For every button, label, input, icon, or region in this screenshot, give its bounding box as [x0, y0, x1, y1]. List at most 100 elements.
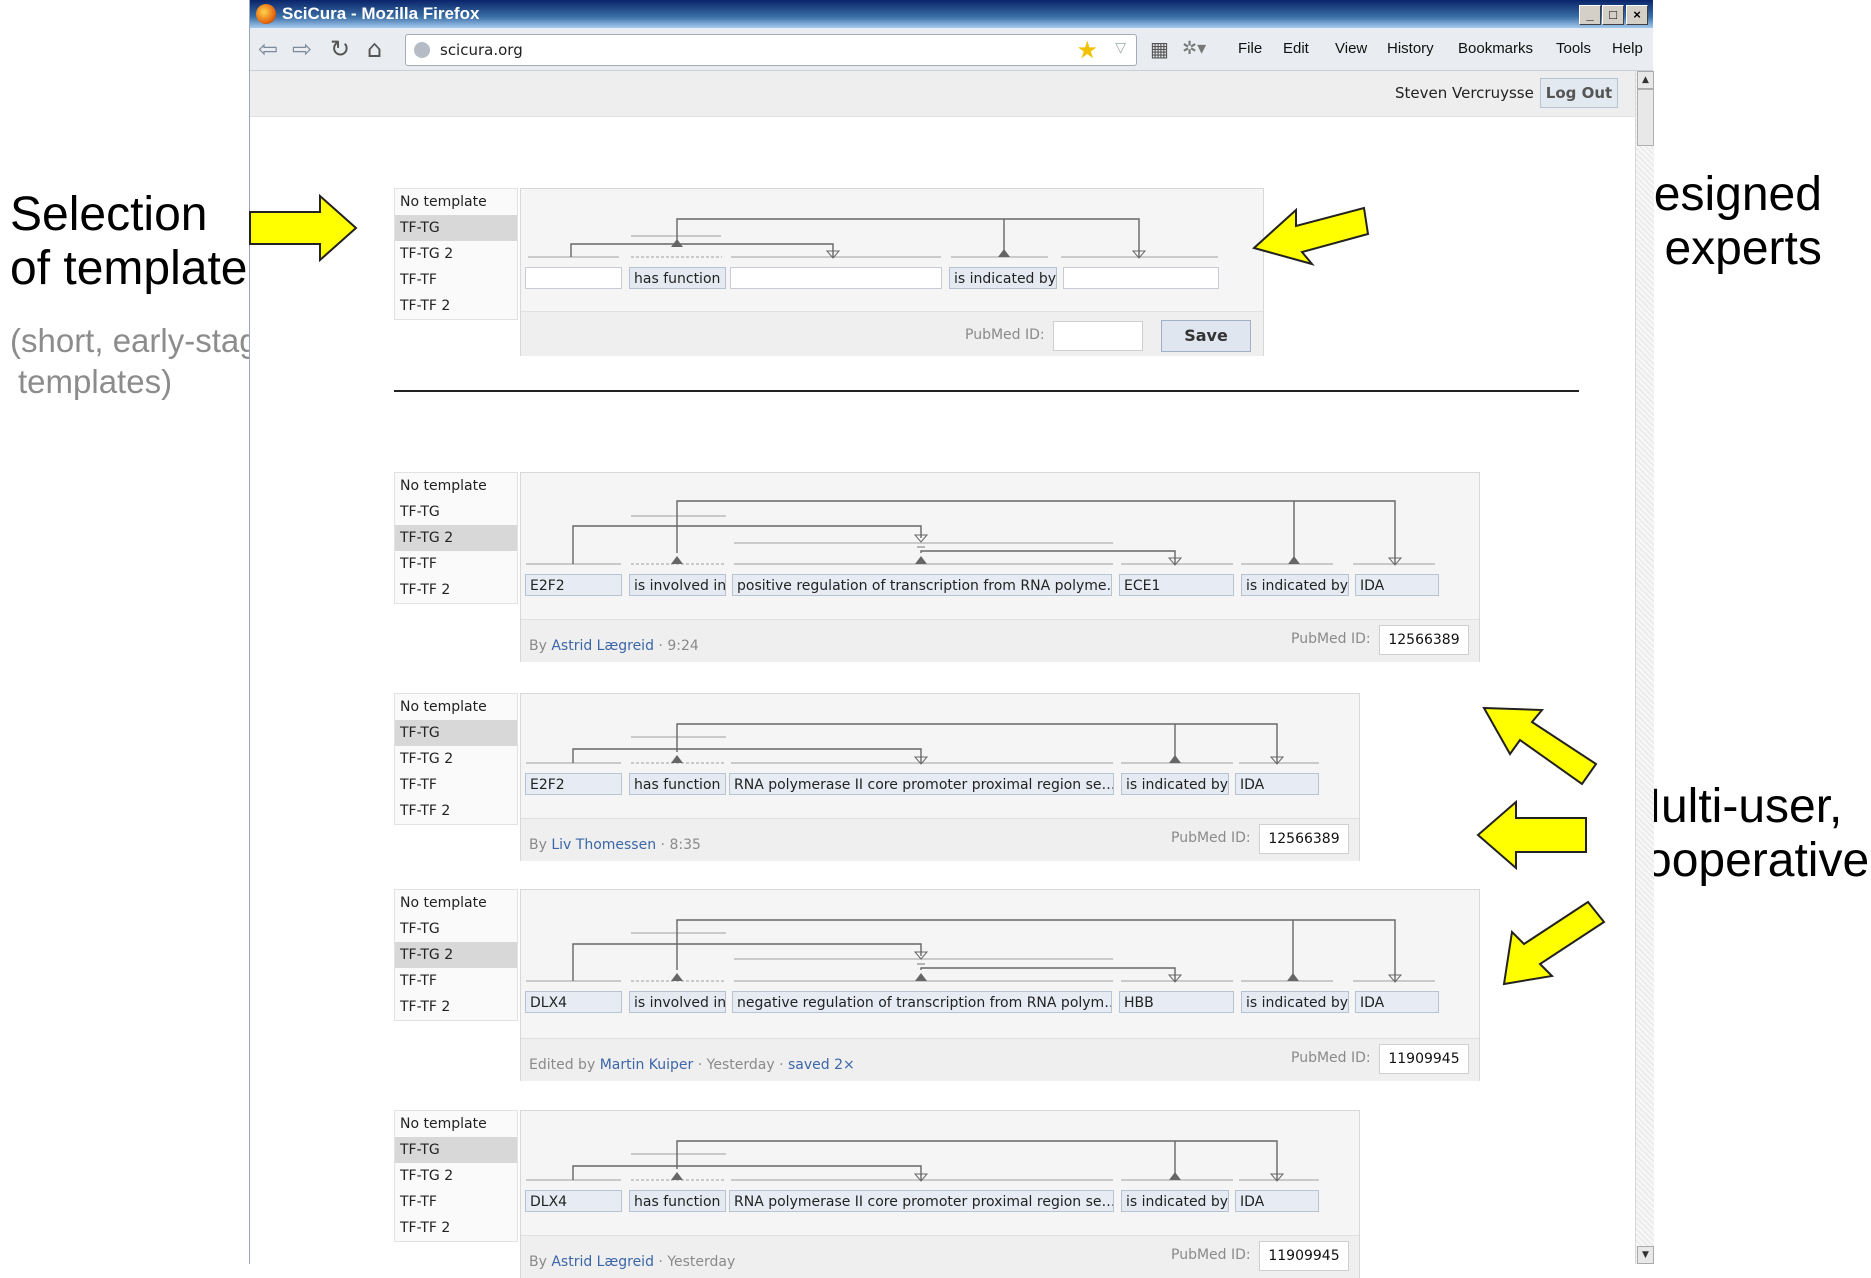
- form-footer: Edited by Martin Kuiper · Yesterday · sa…: [521, 1038, 1479, 1081]
- minimize-button[interactable]: _: [1579, 5, 1601, 25]
- forward-icon[interactable]: ⇨: [292, 36, 312, 62]
- save-button[interactable]: Save: [1161, 320, 1251, 352]
- author-link[interactable]: Astrid Lægreid: [551, 1254, 654, 1270]
- author-link[interactable]: Martin Kuiper: [600, 1057, 694, 1073]
- scroll-down-icon[interactable]: ▼: [1637, 1246, 1654, 1264]
- user-name: Steven Vercruysse: [1395, 84, 1534, 102]
- template-option[interactable]: TF-TG 2: [395, 942, 517, 968]
- template-option[interactable]: TF-TF: [395, 551, 517, 577]
- back-icon[interactable]: ⇦: [258, 36, 278, 62]
- scroll-up-icon[interactable]: ▲: [1637, 71, 1654, 89]
- meta-prefix: By: [529, 837, 552, 853]
- template-list: No template TF-TG TF-TG 2 TF-TF TF-TF 2: [394, 188, 518, 320]
- target-field[interactable]: HBB: [1119, 991, 1234, 1013]
- title-bar: SciCura - Mozilla Firefox _ □ ×: [250, 0, 1653, 28]
- relation-has-function: has function: [629, 267, 726, 289]
- template-option[interactable]: TF-TF: [395, 267, 517, 293]
- pubmed-label: PubMed ID:: [1171, 830, 1251, 846]
- template-option[interactable]: TF-TG: [395, 499, 517, 525]
- subject-field[interactable]: E2F2: [525, 773, 622, 795]
- logout-button[interactable]: Log Out: [1540, 78, 1618, 108]
- meta-prefix: Edited by: [529, 1057, 600, 1073]
- template-option[interactable]: TF-TG 2: [395, 1163, 517, 1189]
- maximize-button[interactable]: □: [1602, 5, 1624, 25]
- relation-has-function: has function: [629, 1190, 726, 1212]
- template-option[interactable]: TF-TF: [395, 968, 517, 994]
- menu-file[interactable]: File: [1238, 40, 1262, 57]
- meta-time: · 9:24: [653, 638, 699, 654]
- url-dropdown-icon[interactable]: ▽: [1115, 40, 1126, 56]
- form-footer: By Liv Thomessen · 8:35 PubMed ID: 12566…: [521, 818, 1359, 861]
- meta-prefix: By: [529, 1254, 552, 1270]
- evidence-field[interactable]: IDA: [1355, 991, 1439, 1013]
- menu-edit[interactable]: Edit: [1283, 40, 1309, 57]
- subject-field[interactable]: E2F2: [525, 574, 622, 596]
- bookmark-star-icon[interactable]: ★: [1076, 36, 1098, 64]
- menu-help[interactable]: Help: [1612, 40, 1643, 57]
- addon-icon[interactable]: ✲▾: [1182, 36, 1206, 62]
- author-link[interactable]: Astrid Lægreid: [551, 638, 654, 654]
- callout-multiuser: Multi-user, cooperative: [1621, 780, 1869, 888]
- menu-view[interactable]: View: [1335, 40, 1367, 57]
- template-option[interactable]: TF-TF 2: [395, 798, 517, 824]
- object-field[interactable]: RNA polymerase II core promoter proximal…: [729, 1190, 1114, 1212]
- template-option[interactable]: TF-TG: [395, 215, 517, 241]
- template-option[interactable]: TF-TG: [395, 1137, 517, 1163]
- object-field[interactable]: negative regulation of transcription fro…: [732, 991, 1112, 1013]
- firefox-logo-icon: [256, 4, 276, 24]
- form-meta: Edited by Martin Kuiper · Yesterday · sa…: [529, 1057, 855, 1073]
- object-input[interactable]: [730, 267, 942, 289]
- template-option[interactable]: TF-TG: [395, 720, 517, 746]
- subject-field[interactable]: DLX4: [525, 991, 622, 1013]
- close-button[interactable]: ×: [1626, 5, 1648, 25]
- relation-is-involved-in: is involved in: [629, 574, 726, 596]
- pubmed-input[interactable]: [1053, 321, 1143, 351]
- subject-input[interactable]: [525, 267, 622, 289]
- subject-field[interactable]: DLX4: [525, 1190, 622, 1212]
- target-field[interactable]: ECE1: [1119, 574, 1234, 596]
- saved-count-link[interactable]: saved 2×: [788, 1057, 855, 1073]
- pubmed-value[interactable]: 12566389: [1379, 625, 1469, 655]
- menu-bookmarks[interactable]: Bookmarks: [1458, 40, 1533, 57]
- evidence-field[interactable]: IDA: [1235, 773, 1319, 795]
- relation-is-indicated-by: is indicated by: [1121, 773, 1229, 795]
- evidence-field[interactable]: IDA: [1355, 574, 1439, 596]
- pubmed-value[interactable]: 12566389: [1259, 824, 1349, 854]
- author-link[interactable]: Liv Thomessen: [551, 837, 656, 853]
- template-option[interactable]: No template: [395, 694, 517, 720]
- site-identity-icon: [414, 42, 430, 58]
- menu-tools[interactable]: Tools: [1556, 40, 1591, 57]
- template-option[interactable]: TF-TF 2: [395, 1215, 517, 1241]
- object-field[interactable]: positive regulation of transcription fro…: [732, 574, 1112, 596]
- template-option[interactable]: TF-TG: [395, 916, 517, 942]
- template-option[interactable]: TF-TG 2: [395, 525, 517, 551]
- template-option[interactable]: TF-TF: [395, 772, 517, 798]
- menu-history[interactable]: History: [1387, 40, 1434, 57]
- scroll-thumb[interactable]: [1637, 89, 1654, 146]
- template-option[interactable]: TF-TF: [395, 1189, 517, 1215]
- template-option[interactable]: TF-TF 2: [395, 293, 517, 319]
- evidence-field[interactable]: IDA: [1235, 1190, 1319, 1212]
- object-field[interactable]: RNA polymerase II core promoter proximal…: [729, 773, 1114, 795]
- grid-icon[interactable]: ▦: [1150, 36, 1169, 62]
- reload-icon[interactable]: ↻: [330, 36, 350, 62]
- callout-selection-line1: Selection: [10, 188, 208, 241]
- relation-is-indicated-by: is indicated by: [1121, 1190, 1229, 1212]
- template-option[interactable]: TF-TF 2: [395, 994, 517, 1020]
- relation-is-indicated-by: is indicated by: [1241, 991, 1349, 1013]
- template-option[interactable]: No template: [395, 189, 517, 215]
- template-option[interactable]: No template: [395, 890, 517, 916]
- template-option[interactable]: No template: [395, 473, 517, 499]
- page-scrollbar[interactable]: ▲ ▼: [1635, 71, 1654, 1264]
- template-option[interactable]: TF-TG 2: [395, 241, 517, 267]
- template-option[interactable]: No template: [395, 1111, 517, 1137]
- template-option[interactable]: TF-TF 2: [395, 577, 517, 603]
- evidence-input[interactable]: [1063, 267, 1219, 289]
- template-option[interactable]: TF-TG 2: [395, 746, 517, 772]
- section-divider: [394, 390, 1579, 392]
- url-bar[interactable]: scicura.org ★ ▽: [405, 34, 1137, 66]
- pubmed-value[interactable]: 11909945: [1379, 1044, 1469, 1074]
- pubmed-value[interactable]: 11909945: [1259, 1241, 1349, 1271]
- home-icon[interactable]: ⌂: [367, 36, 382, 62]
- relation-is-involved-in: is involved in: [629, 991, 726, 1013]
